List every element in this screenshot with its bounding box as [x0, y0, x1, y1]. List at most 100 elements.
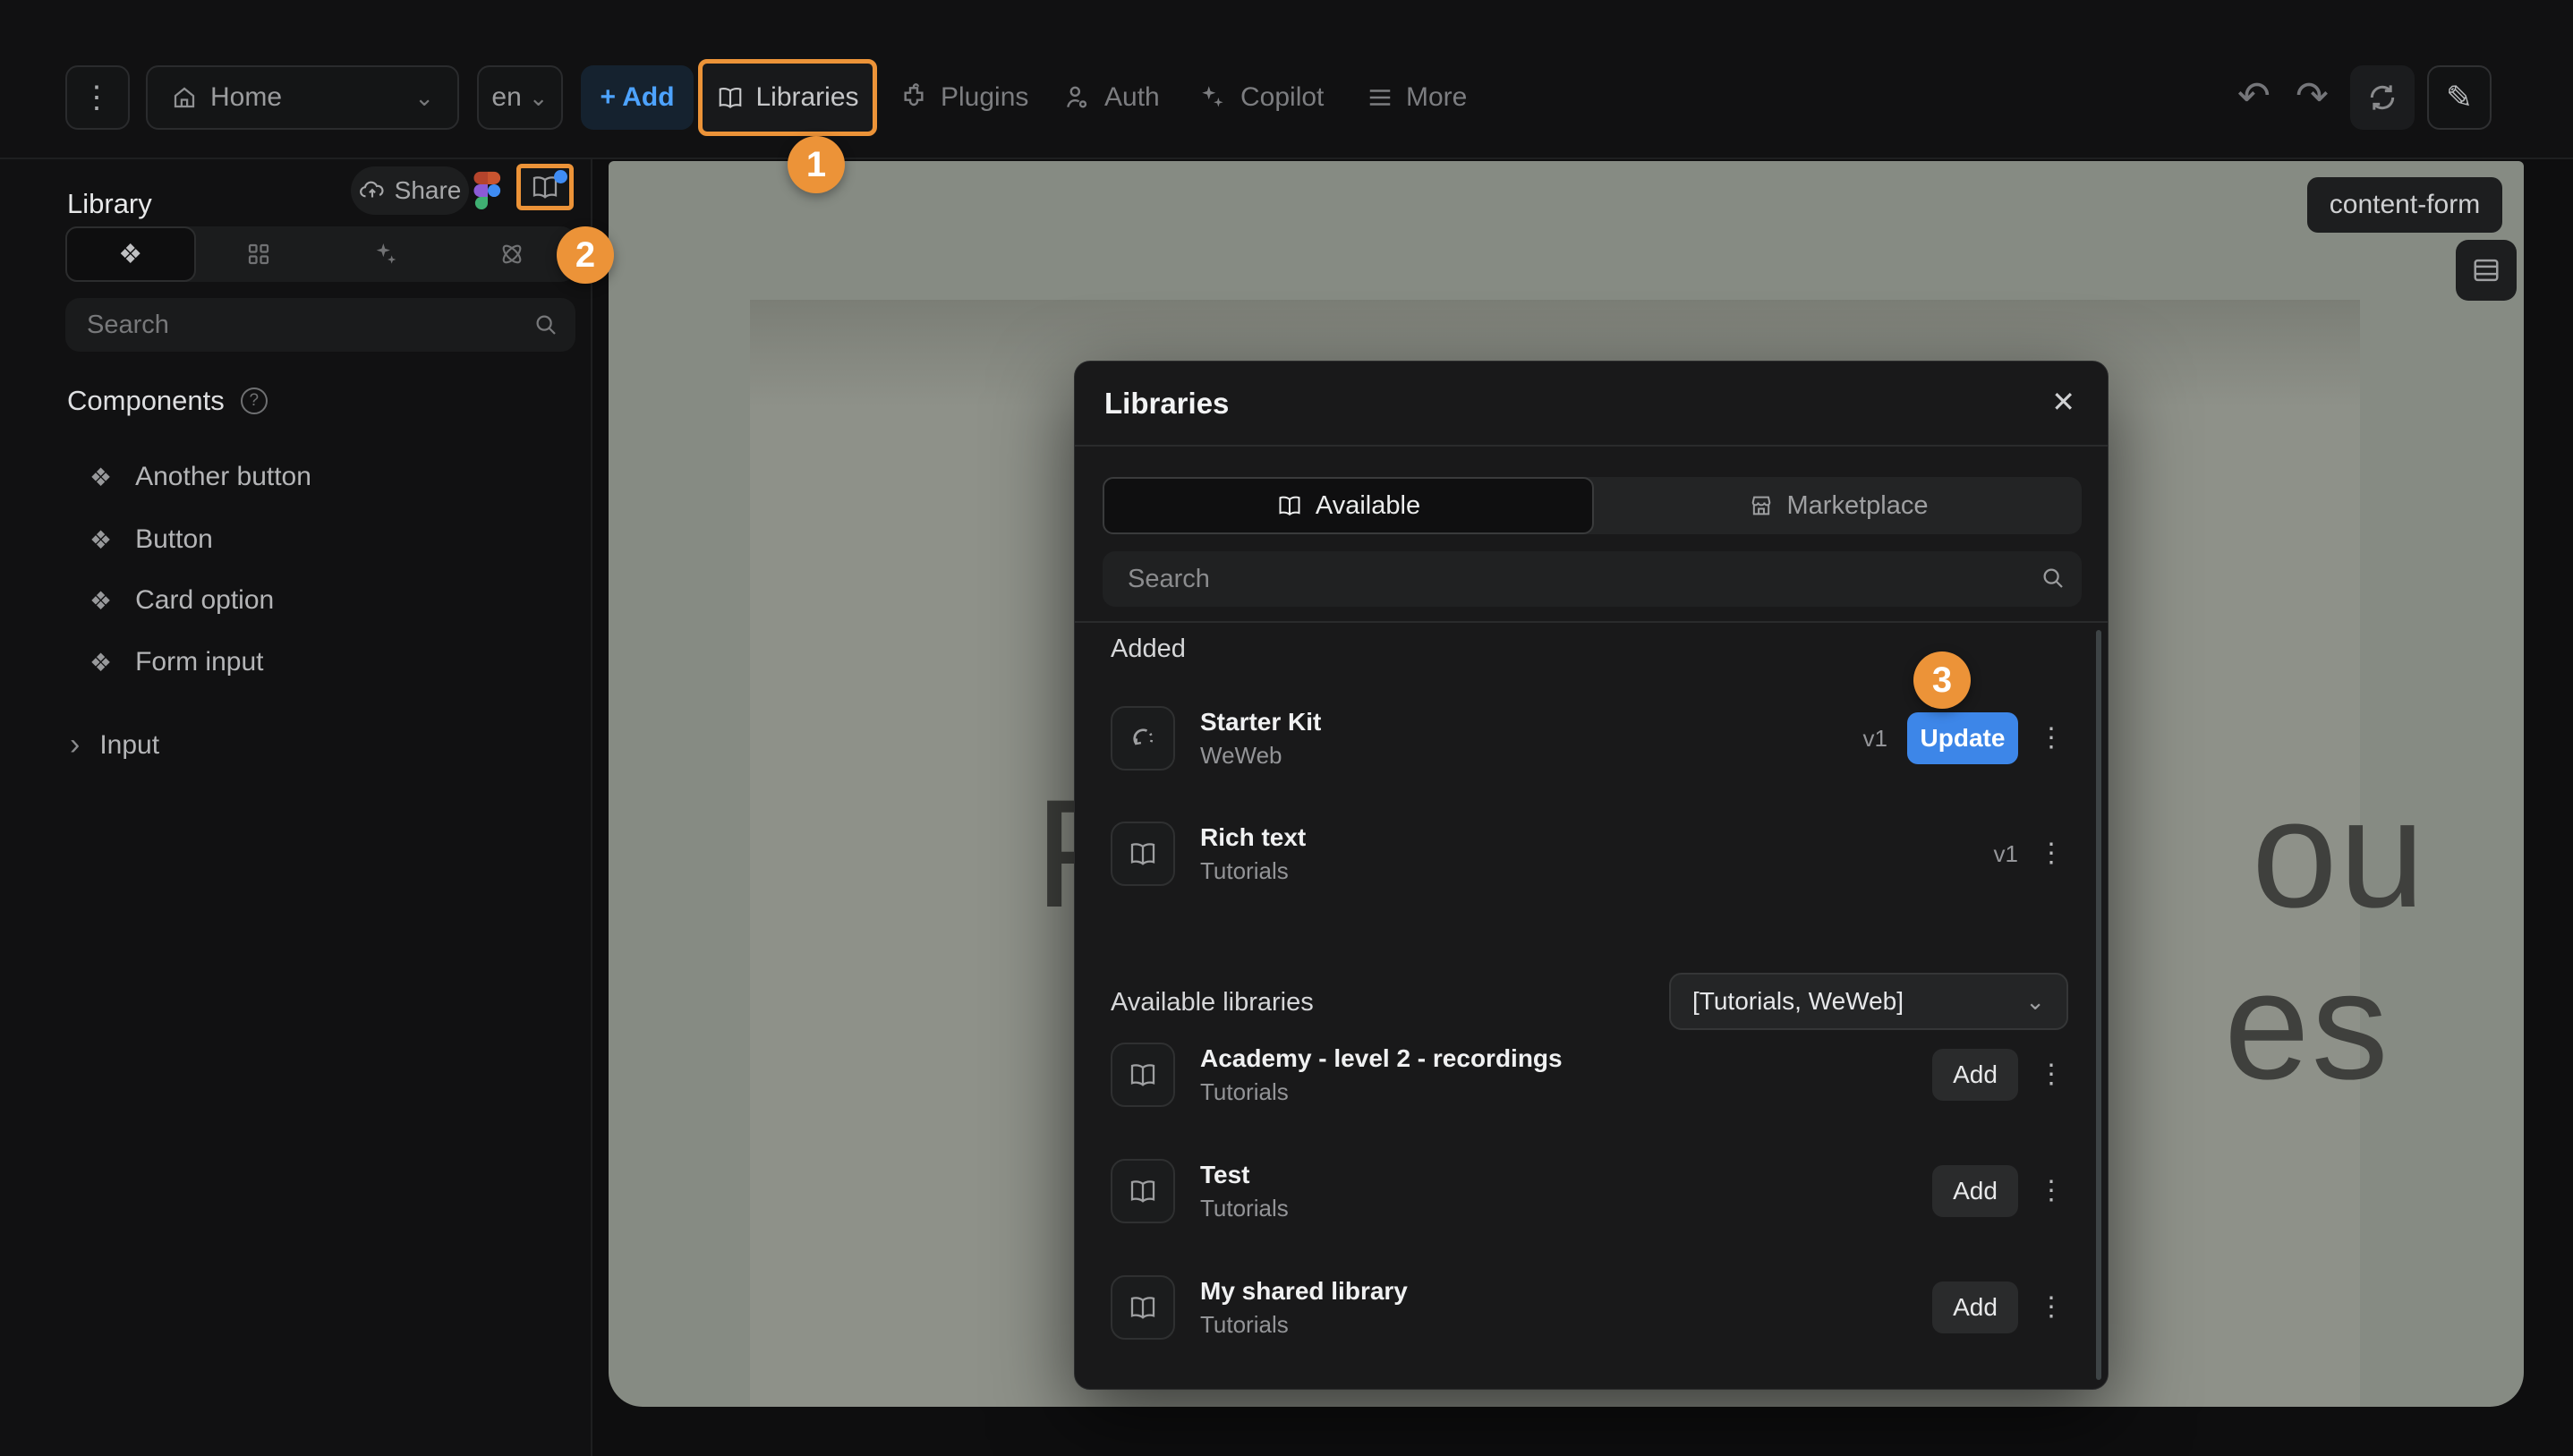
kebab-icon: ⋮: [81, 80, 114, 115]
library-tile: [1111, 1043, 1175, 1107]
figma-import-button[interactable]: [473, 168, 514, 213]
modal-header: Libraries ✕: [1075, 362, 2108, 447]
filter-value: [Tutorials, WeWeb]: [1692, 987, 1904, 1016]
add-library-button[interactable]: Add: [1932, 1281, 2018, 1333]
library-sidebar: Library Share ❖: [0, 159, 592, 1456]
workspace-filter-select[interactable]: [Tutorials, WeWeb] ⌄: [1669, 973, 2068, 1030]
share-label: Share: [395, 176, 462, 205]
kebab-icon: ⋮: [2038, 1060, 2065, 1089]
libraries-panel-button[interactable]: [516, 164, 574, 210]
component-item-card-option[interactable]: ❖ Card option: [89, 578, 555, 623]
plugins-button[interactable]: Plugins: [899, 65, 1028, 130]
sparkles-icon: [1197, 82, 1228, 113]
component-item-button[interactable]: ❖ Button: [89, 517, 555, 562]
library-author: Tutorials: [1200, 1311, 1408, 1339]
library-version: v1: [1863, 725, 1887, 753]
home-icon: [171, 84, 198, 111]
row-menu-button[interactable]: ⋮: [2038, 1178, 2065, 1205]
page-heading-fragment: es: [2224, 937, 2390, 1114]
row-menu-button[interactable]: ⋮: [2038, 840, 2065, 867]
libraries-button-label: Libraries: [755, 82, 858, 113]
add-library-button[interactable]: Add: [1932, 1049, 2018, 1101]
modal-search-input[interactable]: [1103, 551, 2082, 607]
library-info: Rich text Tutorials: [1200, 823, 1306, 885]
modal-scrollbar[interactable]: [2096, 630, 2101, 1380]
sidebar-search-input[interactable]: [65, 298, 575, 352]
more-label: More: [1406, 82, 1467, 113]
tab-available-label: Available: [1316, 491, 1420, 521]
library-author: Tutorials: [1200, 1078, 1563, 1106]
annotation-step-3: 3: [1913, 651, 1971, 709]
tab-components[interactable]: ❖: [65, 226, 196, 282]
language-dropdown[interactable]: en ⌄: [477, 65, 563, 130]
tab-marketplace[interactable]: Marketplace: [1594, 477, 2082, 534]
plugin-icon: [899, 83, 928, 112]
redo-button[interactable]: ↷: [2296, 73, 2329, 119]
library-controls: Add ⋮: [1932, 1165, 2065, 1217]
edit-mode-button[interactable]: ✎: [2427, 65, 2492, 130]
component-icon: ❖: [89, 648, 112, 677]
kebab-icon: ⋮: [2038, 1292, 2065, 1322]
libraries-toolbar-button[interactable]: Libraries: [698, 59, 877, 136]
sidebar-title: Library: [67, 188, 152, 220]
menu-lines-icon: [1367, 86, 1393, 109]
library-row-test: Test Tutorials Add ⋮: [1111, 1159, 2065, 1223]
main-menu-button[interactable]: ⋮: [65, 65, 130, 130]
atom-icon: [498, 240, 526, 268]
page-heading-fragment: ou: [2252, 765, 2426, 942]
components-section-title: Components ?: [67, 385, 268, 417]
page-selector-dropdown[interactable]: Home ⌄: [146, 65, 459, 130]
component-item-form-input[interactable]: ❖ Form input: [89, 640, 555, 685]
add-element-button[interactable]: + Add: [581, 65, 694, 130]
row-menu-button[interactable]: ⋮: [2038, 725, 2065, 752]
weweb-editor: ⋮ Home ⌄ en ⌄ + Add Libraries Plugins: [0, 0, 2573, 1456]
divider: [1075, 621, 2108, 623]
library-tile: [1111, 1159, 1175, 1223]
library-author: WeWeb: [1200, 742, 1321, 770]
sidebar-view-tabs: ❖: [65, 226, 575, 282]
library-name: Academy - level 2 - recordings: [1200, 1044, 1563, 1073]
close-icon: ✕: [2051, 386, 2075, 418]
section-overview-button[interactable]: [2456, 240, 2517, 301]
library-info: Test Tutorials: [1200, 1161, 1289, 1222]
available-section-label: Available libraries: [1111, 988, 1314, 1017]
library-tile: [1111, 706, 1175, 771]
component-icon: ❖: [89, 525, 112, 555]
row-menu-button[interactable]: ⋮: [2038, 1294, 2065, 1321]
library-author: Tutorials: [1200, 857, 1306, 885]
annotation-step-1: 1: [788, 136, 845, 193]
copilot-button[interactable]: Copilot: [1197, 65, 1324, 130]
component-group-input[interactable]: › Input: [70, 728, 159, 762]
group-label: Input: [99, 730, 159, 761]
auth-button[interactable]: Auth: [1063, 65, 1160, 130]
blocks-icon: [245, 241, 272, 268]
undo-button[interactable]: ↶: [2237, 73, 2271, 119]
search-icon: [532, 311, 559, 338]
add-library-button[interactable]: Add: [1932, 1165, 2018, 1217]
library-controls: v1 ⋮: [1994, 840, 2065, 868]
share-button[interactable]: Share: [351, 166, 469, 215]
figma-icon: [473, 169, 514, 212]
library-name: My shared library: [1200, 1277, 1408, 1306]
close-button[interactable]: ✕: [2051, 385, 2075, 419]
chevron-right-icon: ›: [70, 728, 80, 762]
component-item-another-button[interactable]: ❖ Another button: [89, 455, 555, 499]
component-icon: ❖: [89, 463, 112, 492]
component-label: Button: [135, 524, 213, 555]
components-title-text: Components: [67, 385, 225, 417]
page-selector-label: Home: [210, 82, 282, 113]
row-menu-button[interactable]: ⋮: [2038, 1061, 2065, 1088]
component-icon: ❖: [89, 586, 112, 616]
tab-blocks[interactable]: [196, 226, 323, 282]
sync-button[interactable]: [2350, 65, 2415, 130]
tab-ai[interactable]: [322, 226, 449, 282]
help-icon[interactable]: ?: [241, 387, 268, 414]
chevron-down-icon: ⌄: [414, 84, 434, 112]
components-icon: ❖: [118, 239, 142, 270]
more-button[interactable]: More: [1367, 65, 1467, 130]
top-toolbar: ⋮ Home ⌄ en ⌄ + Add Libraries Plugins: [0, 0, 2573, 159]
added-section-label: Added: [1111, 634, 1186, 664]
library-name: Starter Kit: [1200, 708, 1321, 737]
tab-available[interactable]: Available: [1103, 477, 1594, 534]
update-button[interactable]: Update: [1907, 712, 2018, 764]
